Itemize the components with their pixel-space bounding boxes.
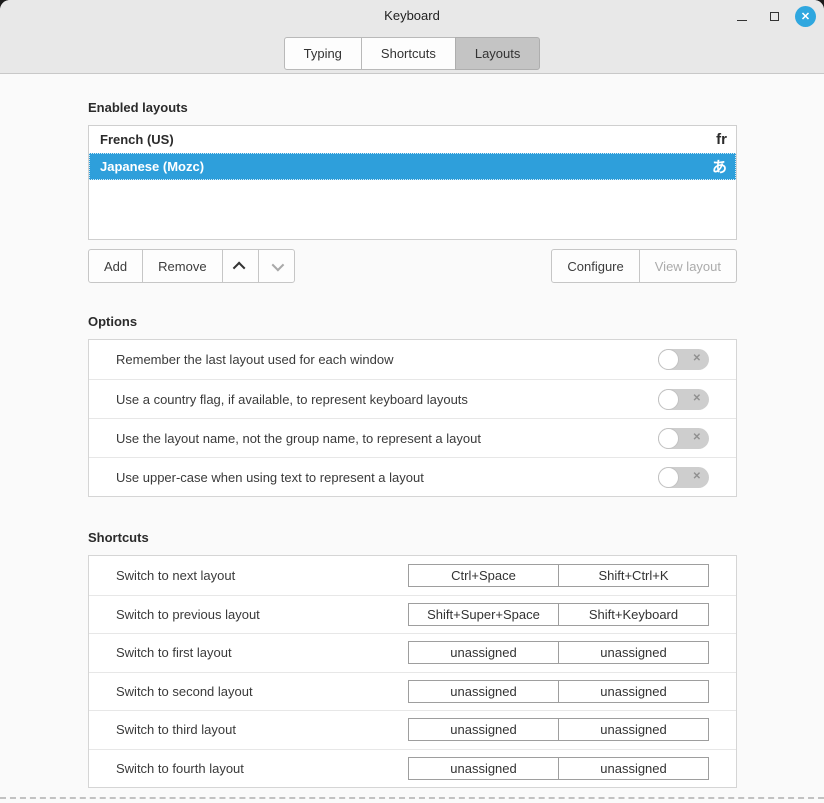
layout-indicator-fr: fr (716, 131, 727, 148)
keyboard-settings-window: Keyboard ✕ Typing Shortcuts Layouts Enab… (0, 0, 824, 803)
keybinding-button-2[interactable]: Shift+Ctrl+K (558, 564, 709, 587)
keybinding-pair: unassigned unassigned (408, 641, 709, 664)
option-label: Remember the last layout used for each w… (116, 352, 658, 367)
view-layout-button[interactable]: View layout (639, 249, 737, 283)
keybinding-button-2[interactable]: unassigned (558, 757, 709, 780)
close-button[interactable]: ✕ (795, 6, 816, 27)
shortcut-label: Switch to fourth layout (116, 761, 408, 776)
shortcut-label: Switch to second layout (116, 684, 408, 699)
add-layout-button[interactable]: Add (88, 249, 143, 283)
layout-name: Japanese (Mozc) (100, 159, 712, 174)
keybinding-pair: unassigned unassigned (408, 718, 709, 741)
minimize-button[interactable] (731, 5, 753, 27)
toggle-off-icon: ✕ (693, 353, 701, 364)
keybinding-button-2[interactable]: unassigned (558, 718, 709, 741)
options-heading: Options (88, 314, 737, 330)
keybinding-button-1[interactable]: Ctrl+Space (408, 564, 559, 587)
window-controls: ✕ (731, 5, 816, 27)
keybinding-button-2[interactable]: unassigned (558, 641, 709, 664)
shortcut-label: Switch to previous layout (116, 607, 408, 622)
maximize-button[interactable] (763, 5, 785, 27)
toggle-upper-case[interactable]: ✕ (658, 467, 709, 488)
close-icon: ✕ (801, 10, 810, 23)
tab-typing[interactable]: Typing (284, 37, 362, 70)
option-label: Use upper-case when using text to repres… (116, 470, 658, 485)
shortcuts-box: Switch to next layout Ctrl+Space Shift+C… (88, 555, 737, 788)
chevron-up-icon (232, 261, 245, 274)
keybinding-button-1[interactable]: Shift+Super+Space (408, 603, 559, 626)
keybinding-button-2[interactable]: unassigned (558, 680, 709, 703)
minimize-icon (737, 20, 747, 21)
move-layout-down-button[interactable] (258, 249, 295, 283)
window-header: Keyboard ✕ Typing Shortcuts Layouts (0, 0, 824, 74)
shortcut-label: Switch to next layout (116, 568, 408, 583)
enabled-layouts-list: French (US) fr Japanese (Mozc) あ (88, 125, 737, 240)
option-row-upper-case: Use upper-case when using text to repres… (89, 457, 736, 496)
actions-spacer (295, 249, 552, 283)
maximize-icon (770, 12, 779, 21)
chevron-down-icon (271, 258, 284, 271)
tab-layouts[interactable]: Layouts (455, 37, 541, 70)
shortcut-row-third-layout: Switch to third layout unassigned unassi… (89, 710, 736, 749)
option-row-layout-name: Use the layout name, not the group name,… (89, 418, 736, 457)
keybinding-button-1[interactable]: unassigned (408, 718, 559, 741)
keybinding-pair: unassigned unassigned (408, 757, 709, 780)
option-row-country-flag: Use a country flag, if available, to rep… (89, 379, 736, 418)
layout-edit-button-group: Add Remove (88, 249, 295, 283)
option-label: Use a country flag, if available, to rep… (116, 392, 658, 407)
layout-indicator-ja: あ (712, 156, 727, 177)
toggle-remember-layout[interactable]: ✕ (658, 349, 709, 370)
toggle-knob (658, 389, 679, 410)
option-row-remember-layout: Remember the last layout used for each w… (89, 340, 736, 379)
remove-layout-button[interactable]: Remove (142, 249, 222, 283)
shortcuts-heading: Shortcuts (88, 530, 737, 546)
titlebar: Keyboard ✕ (0, 0, 824, 32)
keybinding-pair: Shift+Super+Space Shift+Keyboard (408, 603, 709, 626)
shortcut-row-previous-layout: Switch to previous layout Shift+Super+Sp… (89, 595, 736, 634)
keybinding-button-1[interactable]: unassigned (408, 641, 559, 664)
move-layout-up-button[interactable] (222, 249, 259, 283)
bottom-divider (0, 797, 824, 799)
configure-button[interactable]: Configure (551, 249, 639, 283)
layout-list-actions: Add Remove Configure View layout (88, 249, 737, 283)
keybinding-button-1[interactable]: unassigned (408, 757, 559, 780)
shortcut-label: Switch to first layout (116, 645, 408, 660)
tab-shortcuts[interactable]: Shortcuts (361, 37, 456, 70)
layout-row-japanese[interactable]: Japanese (Mozc) あ (89, 153, 736, 180)
toggle-knob (658, 467, 679, 488)
window-title: Keyboard (0, 8, 824, 23)
tab-bar: Typing Shortcuts Layouts (0, 37, 824, 70)
toggle-country-flag[interactable]: ✕ (658, 389, 709, 410)
shortcut-row-first-layout: Switch to first layout unassigned unassi… (89, 633, 736, 672)
shortcut-row-second-layout: Switch to second layout unassigned unass… (89, 672, 736, 711)
enabled-layouts-heading: Enabled layouts (88, 100, 737, 116)
keybinding-button-2[interactable]: Shift+Keyboard (558, 603, 709, 626)
toggle-knob (658, 428, 679, 449)
toggle-off-icon: ✕ (693, 471, 701, 482)
shortcut-row-fourth-layout: Switch to fourth layout unassigned unass… (89, 749, 736, 788)
option-label: Use the layout name, not the group name,… (116, 431, 658, 446)
layout-view-button-group: Configure View layout (551, 249, 737, 283)
keybinding-pair: Ctrl+Space Shift+Ctrl+K (408, 564, 709, 587)
layout-row-french[interactable]: French (US) fr (89, 126, 736, 153)
toggle-layout-name[interactable]: ✕ (658, 428, 709, 449)
toggle-knob (658, 349, 679, 370)
shortcut-label: Switch to third layout (116, 722, 408, 737)
options-box: Remember the last layout used for each w… (88, 339, 737, 497)
keybinding-button-1[interactable]: unassigned (408, 680, 559, 703)
layout-name: French (US) (100, 132, 716, 147)
toggle-off-icon: ✕ (693, 393, 701, 404)
layouts-panel: Enabled layouts French (US) fr Japanese … (0, 74, 824, 788)
keybinding-pair: unassigned unassigned (408, 680, 709, 703)
toggle-off-icon: ✕ (693, 432, 701, 443)
shortcut-row-next-layout: Switch to next layout Ctrl+Space Shift+C… (89, 556, 736, 595)
